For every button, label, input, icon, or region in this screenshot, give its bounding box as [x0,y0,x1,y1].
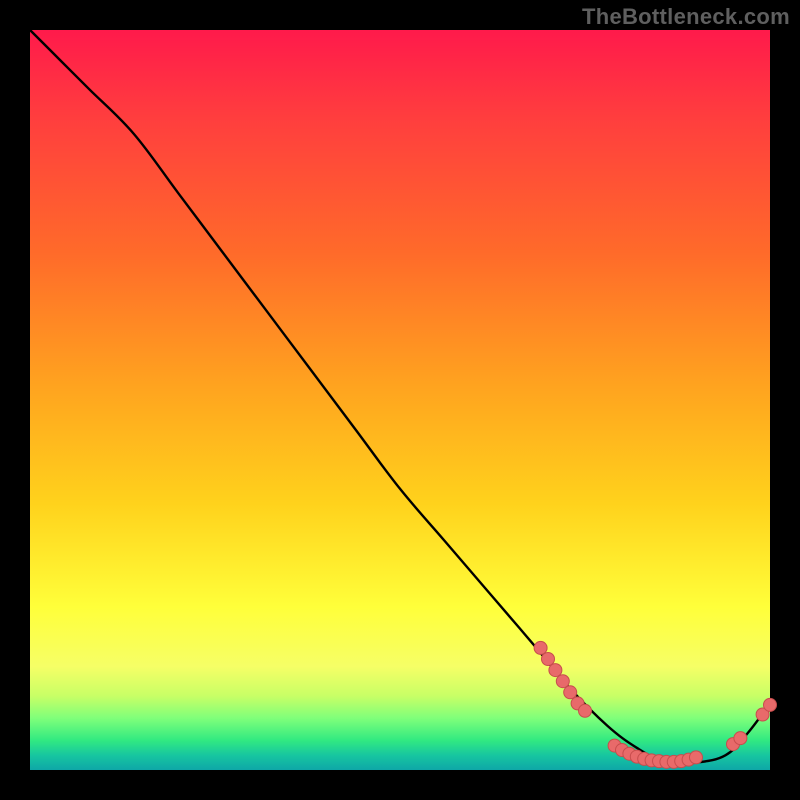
data-dot [579,704,592,717]
data-dot [542,653,555,666]
data-dot [734,732,747,745]
watermark-text: TheBottleneck.com [582,4,790,30]
data-dot [549,664,562,677]
data-dot [534,641,547,654]
data-dot [564,686,577,699]
chart-frame: TheBottleneck.com [0,0,800,800]
data-dot [690,751,703,764]
bottleneck-curve-path [30,30,770,764]
curve-svg [30,30,770,770]
data-dot [764,698,777,711]
data-dot [556,675,569,688]
plot-area [30,30,770,770]
data-dots-group [534,641,776,768]
